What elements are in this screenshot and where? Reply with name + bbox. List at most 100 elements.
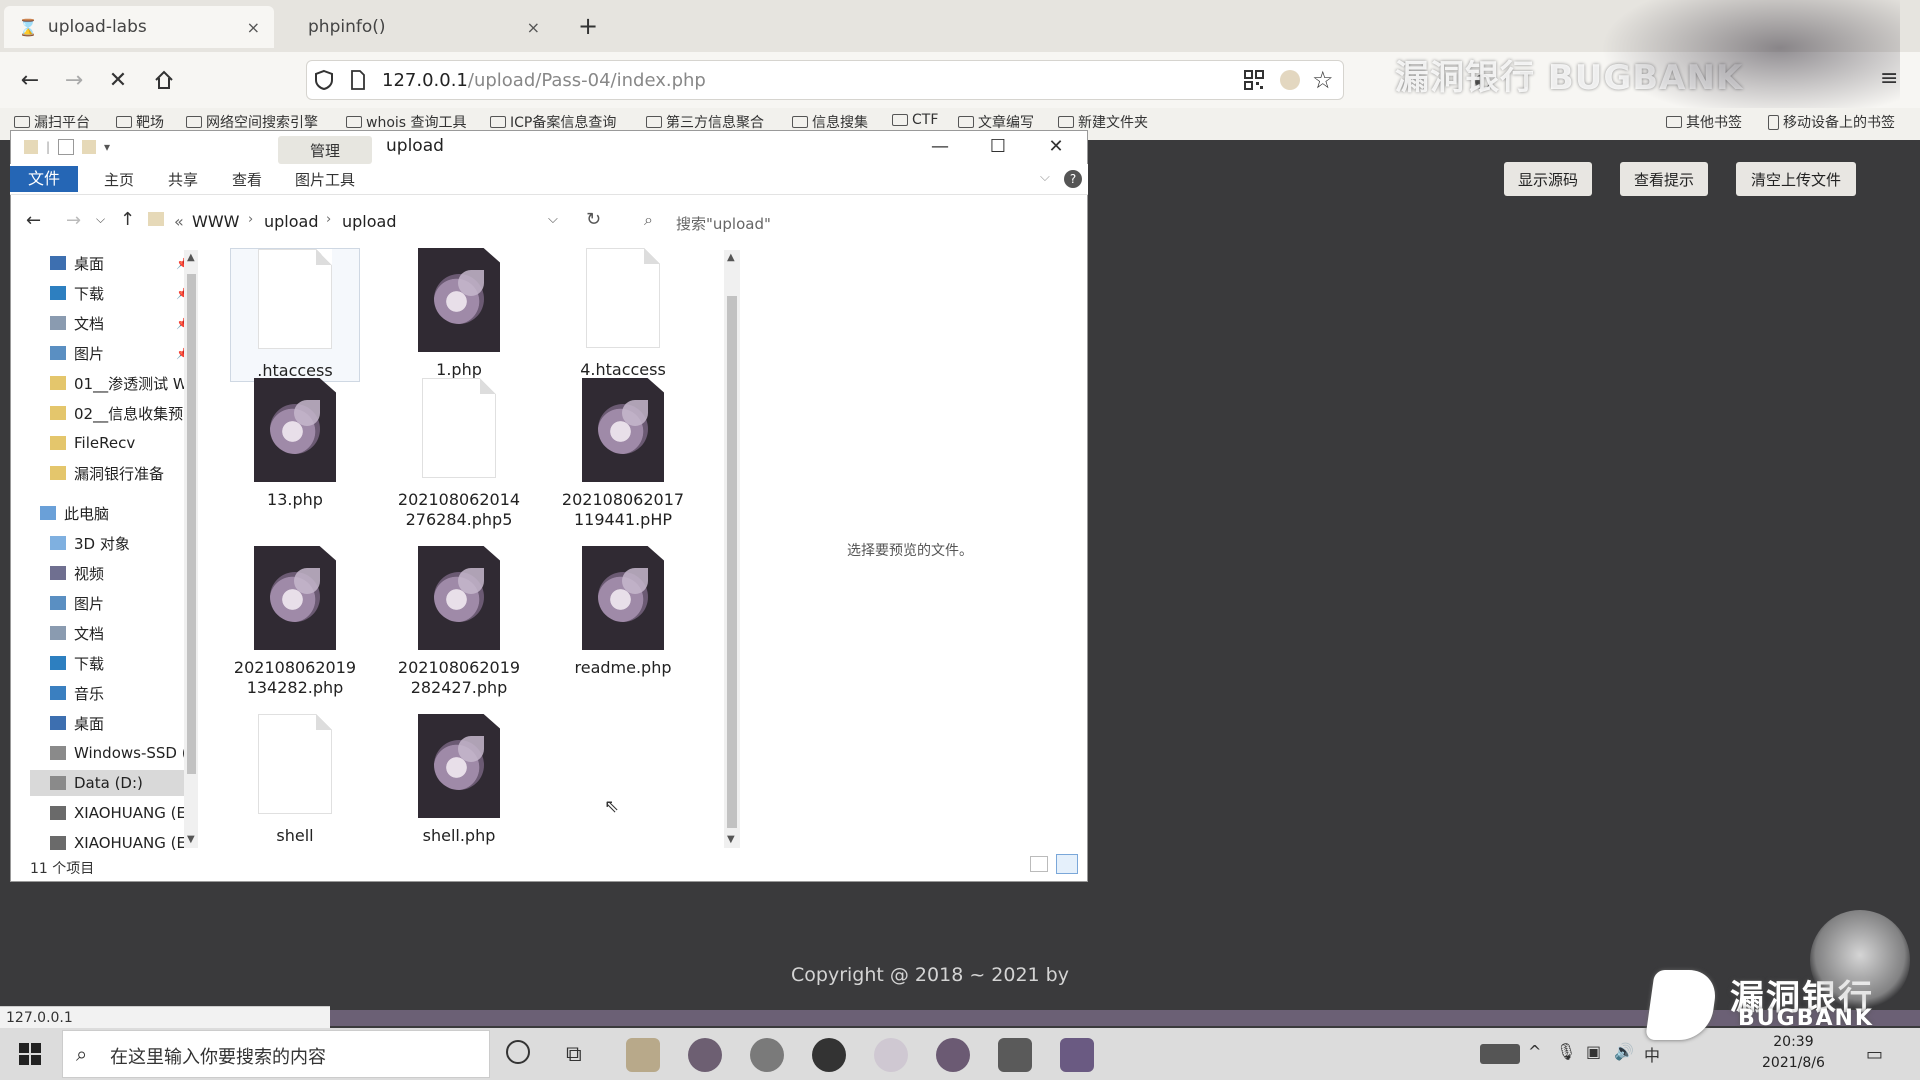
file-explorer-taskbar-icon[interactable]	[626, 1038, 660, 1072]
file-item[interactable]: shell	[220, 714, 370, 846]
nav-item[interactable]: 视频	[30, 560, 190, 586]
properties-icon[interactable]	[58, 139, 75, 155]
nav-item[interactable]: 图片	[30, 590, 190, 616]
bookmark-item[interactable]: whois 查询工具	[346, 112, 467, 132]
minimize-button[interactable]: —	[920, 132, 960, 160]
bookmark-item[interactable]: 第三方信息聚合	[646, 112, 764, 132]
bookmark-item[interactable]: 新建文件夹	[1058, 112, 1148, 132]
scroll-down-icon[interactable]: ▼	[187, 834, 195, 845]
home-button[interactable]	[150, 66, 178, 94]
app3-taskbar-icon[interactable]	[1060, 1038, 1094, 1072]
breadcrumb-upload-current[interactable]: upload	[342, 212, 397, 231]
details-view-icon[interactable]	[1030, 856, 1048, 872]
bookmark-star-icon[interactable]: ☆	[1312, 66, 1334, 94]
large-icons-view-icon[interactable]	[1056, 854, 1078, 874]
stop-button[interactable]: ✕	[104, 66, 132, 94]
input-method-icon[interactable]: 中	[1644, 1042, 1660, 1066]
taskbar-clock[interactable]: 20:39 2021/8/6	[1762, 1032, 1825, 1074]
qr-code-icon[interactable]	[1244, 70, 1264, 90]
up-arrow-icon[interactable]: ↑	[120, 209, 135, 230]
recent-locations-icon[interactable]: ⌵	[96, 212, 105, 227]
bookmark-other[interactable]: 其他书签	[1666, 112, 1742, 132]
shield-icon[interactable]	[314, 69, 334, 91]
nav-item[interactable]: 01__渗透测试 W	[30, 370, 190, 396]
tab-upload-labs[interactable]: ⌛ upload-labs ×	[4, 6, 274, 48]
nav-item[interactable]: 3D 对象	[30, 530, 190, 556]
nav-item[interactable]: 下载📌	[30, 280, 190, 306]
new-folder-icon[interactable]	[82, 140, 97, 154]
tab-share[interactable]: 共享	[158, 166, 208, 192]
file-item[interactable]: 202108062014 276284.php5	[384, 378, 534, 530]
nav-item[interactable]: 音乐	[30, 680, 190, 706]
address-dropdown-icon[interactable]: ⌵	[548, 212, 558, 227]
volume-icon[interactable]: 🔊	[1614, 1042, 1634, 1061]
nav-item[interactable]: 文档📌	[30, 310, 190, 336]
bookmark-item[interactable]: 漏扫平台	[14, 112, 90, 132]
bookmark-item[interactable]: 文章编写	[958, 112, 1034, 132]
breadcrumb-overflow[interactable]: «	[174, 212, 184, 231]
back-button[interactable]: ←	[16, 66, 44, 94]
nav-item[interactable]: 桌面📌	[30, 250, 190, 276]
mascot-taskbar-icon[interactable]	[874, 1038, 908, 1072]
maximize-button[interactable]: ☐	[978, 132, 1018, 160]
nav-item[interactable]: XIAOHUANG (E:)	[30, 830, 190, 856]
windows-start-icon[interactable]	[18, 1042, 42, 1066]
nav-item[interactable]: 漏洞银行准备	[30, 460, 190, 486]
url-text[interactable]: 127.0.0.1/upload/Pass-04/index.php	[382, 70, 706, 91]
nav-item[interactable]: 此电脑	[20, 500, 180, 526]
battery-icon[interactable]	[1480, 1044, 1520, 1064]
extension-icon[interactable]	[1280, 70, 1300, 90]
help-icon[interactable]: ?	[1064, 170, 1082, 188]
bookmark-item[interactable]: 网络空间搜索引擎	[186, 112, 318, 132]
forward-arrow-icon[interactable]: →	[66, 210, 81, 231]
tab-home[interactable]: 主页	[94, 166, 144, 192]
nav-item[interactable]: 桌面	[30, 710, 190, 736]
nav-item[interactable]: 图片📌	[30, 340, 190, 366]
expand-ribbon-icon[interactable]: ⌵	[1040, 170, 1050, 185]
nav-item[interactable]: XIAOHUANG (E	[30, 800, 190, 826]
nav-item[interactable]: Windows-SSD (	[30, 740, 190, 766]
bookmark-item[interactable]: CTF	[892, 112, 938, 128]
cortana-icon[interactable]	[506, 1040, 530, 1064]
powerpoint-taskbar-icon[interactable]	[688, 1038, 722, 1072]
quick-access-toolbar[interactable]: | ▾	[24, 136, 144, 158]
breadcrumb-upload[interactable]: upload	[264, 212, 319, 231]
back-arrow-icon[interactable]: ←	[26, 210, 41, 231]
scroll-up-icon[interactable]: ▲	[727, 252, 735, 263]
chevron-down-icon[interactable]: ▾	[104, 140, 110, 154]
file-item[interactable]: 202108062019 282427.php	[384, 546, 534, 698]
nav-item[interactable]: 文档	[30, 620, 190, 646]
show-source-button[interactable]: 显示源码	[1504, 162, 1592, 196]
tab-file[interactable]: 文件	[10, 166, 78, 192]
nav-item[interactable]: FileRecv	[30, 430, 190, 456]
nav-item[interactable]: 下载	[30, 650, 190, 676]
tab-close-icon[interactable]: ×	[527, 18, 540, 37]
scroll-up-icon[interactable]: ▲	[187, 252, 195, 263]
bookmark-item[interactable]: ICP备案信息查询	[490, 112, 616, 132]
chevron-up-icon[interactable]: ^	[1528, 1042, 1541, 1061]
clear-uploads-button[interactable]: 清空上传文件	[1736, 162, 1856, 196]
tab-close-icon[interactable]: ×	[247, 18, 260, 37]
file-item[interactable]: readme.php	[548, 546, 698, 678]
bookmark-item[interactable]: 靶场	[116, 112, 164, 132]
scroll-down-icon[interactable]: ▼	[727, 834, 735, 845]
file-item[interactable]: 202108062017 119441.pHP	[548, 378, 698, 530]
show-hint-button[interactable]: 查看提示	[1620, 162, 1708, 196]
forward-button[interactable]: →	[60, 66, 88, 94]
tab-view[interactable]: 查看	[222, 166, 272, 192]
close-button[interactable]: ✕	[1036, 132, 1076, 160]
file-item[interactable]: shell.php	[384, 714, 534, 846]
new-tab-button[interactable]: +	[578, 12, 598, 40]
file-item[interactable]: 13.php	[220, 378, 370, 510]
chrome-taskbar-icon[interactable]	[750, 1038, 784, 1072]
nav-item[interactable]: Data (D:)	[30, 770, 190, 796]
task-view-icon[interactable]: ⧉	[566, 1042, 582, 1067]
bookmark-mobile[interactable]: 移动设备上的书签	[1768, 112, 1895, 132]
nav-scrollbar-thumb[interactable]	[187, 274, 196, 774]
breadcrumb-www[interactable]: WWW	[192, 212, 239, 231]
file-item[interactable]: 4.htaccess	[548, 248, 698, 380]
firefox-taskbar-icon[interactable]	[936, 1038, 970, 1072]
tab-manage[interactable]: 管理	[278, 136, 372, 164]
tab-phpinfo[interactable]: phpinfo() ×	[284, 6, 554, 48]
file-item[interactable]: 202108062019 134282.php	[220, 546, 370, 698]
